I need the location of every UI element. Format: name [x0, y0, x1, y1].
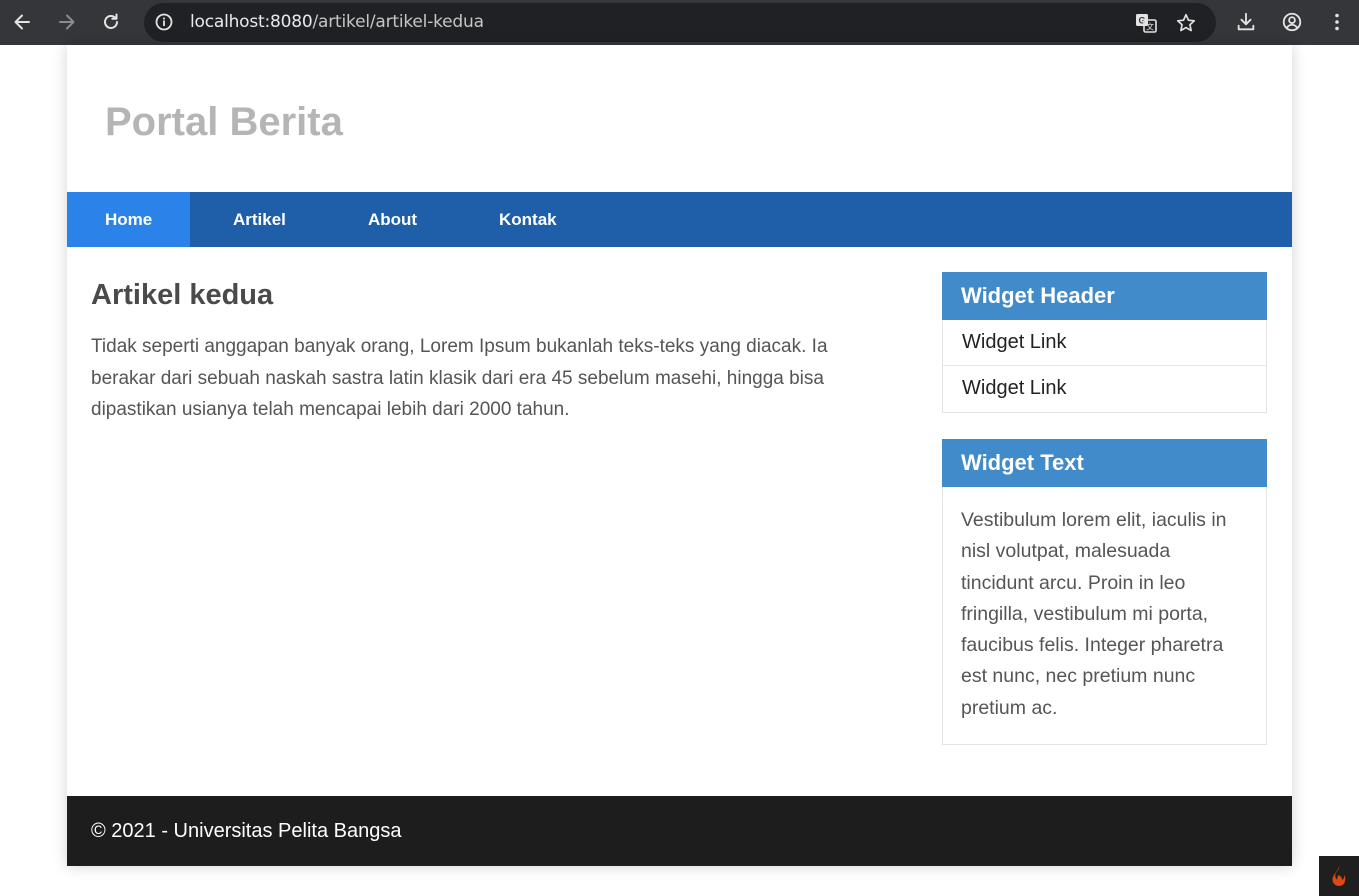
menu-dots-icon[interactable] — [1321, 6, 1353, 38]
widget-link[interactable]: Widget Link — [943, 366, 1266, 412]
url-text[interactable]: localhost:8080/artikel/artikel-kedua — [190, 3, 484, 42]
main-nav: Home Artikel About Kontak — [67, 192, 1292, 247]
site-container: Portal Berita Home Artikel About Kontak … — [67, 45, 1292, 866]
widget-text: Widget Text Vestibulum lorem elit, iacul… — [942, 439, 1267, 746]
article-body: Tidak seperti anggapan banyak orang, Lor… — [91, 336, 828, 420]
debug-toolbar-flame-icon[interactable] — [1319, 856, 1359, 896]
nav-item-home[interactable]: Home — [67, 192, 190, 247]
browser-toolbar: localhost:8080/artikel/artikel-kedua G文 — [0, 0, 1359, 45]
widget-text-body: Vestibulum lorem elit, iaculis in nisl v… — [961, 509, 1227, 719]
site-footer: © 2021 - Universitas Pelita Bangsa — [67, 796, 1292, 866]
widget-header: Widget Header — [942, 272, 1267, 320]
star-icon[interactable] — [1170, 7, 1202, 39]
article-title: Artikel kedua — [91, 279, 274, 311]
widget-links: Widget Header Widget Link Widget Link — [942, 272, 1267, 413]
info-icon[interactable] — [153, 11, 175, 33]
widget-link[interactable]: Widget Link — [943, 320, 1266, 366]
sidebar: Widget Header Widget Link Widget Link Wi… — [942, 272, 1267, 771]
translate-icon[interactable]: G文 — [1130, 7, 1162, 39]
site-title: Portal Berita — [105, 100, 343, 144]
reload-icon[interactable] — [95, 6, 127, 38]
nav-item-about[interactable]: About — [324, 192, 455, 247]
article-content: Artikel kedua Tidak seperti anggapan ban… — [91, 278, 881, 426]
footer-copyright: © 2021 - Universitas Pelita Bangsa — [91, 820, 402, 842]
widget-text-header: Widget Text — [942, 439, 1267, 487]
svg-text:文: 文 — [1146, 22, 1154, 32]
nav-item-kontak[interactable]: Kontak — [455, 192, 575, 247]
forward-icon[interactable] — [51, 6, 83, 38]
address-bar[interactable]: localhost:8080/artikel/artikel-kedua G文 — [144, 3, 1216, 42]
back-icon[interactable] — [6, 6, 38, 38]
url-path: /artikel/artikel-kedua — [312, 12, 485, 32]
profile-icon[interactable] — [1276, 6, 1308, 38]
url-host: localhost:8080 — [190, 12, 313, 32]
site-header: Portal Berita — [67, 45, 1292, 192]
download-icon[interactable] — [1230, 6, 1262, 38]
nav-item-artikel[interactable]: Artikel — [190, 192, 324, 247]
